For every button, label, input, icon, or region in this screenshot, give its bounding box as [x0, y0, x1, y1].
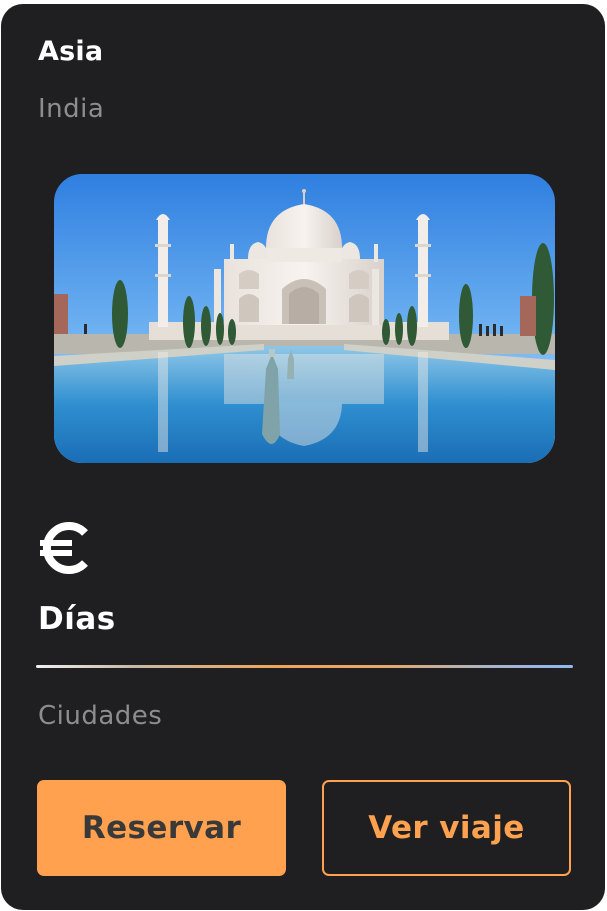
taj-mahal-illustration — [54, 174, 555, 463]
country-subtitle: India — [38, 94, 105, 124]
reserve-button[interactable]: Reservar — [37, 780, 286, 876]
euro-icon — [40, 522, 88, 574]
view-trip-button[interactable]: Ver viaje — [322, 780, 571, 876]
trip-card: Asia India Días Ciudades Reservar Ver vi… — [1, 4, 605, 910]
destination-photo — [54, 174, 555, 463]
region-title: Asia — [38, 36, 104, 67]
cities-label: Ciudades — [38, 701, 163, 731]
divider — [36, 665, 573, 668]
days-label: Días — [38, 601, 116, 637]
